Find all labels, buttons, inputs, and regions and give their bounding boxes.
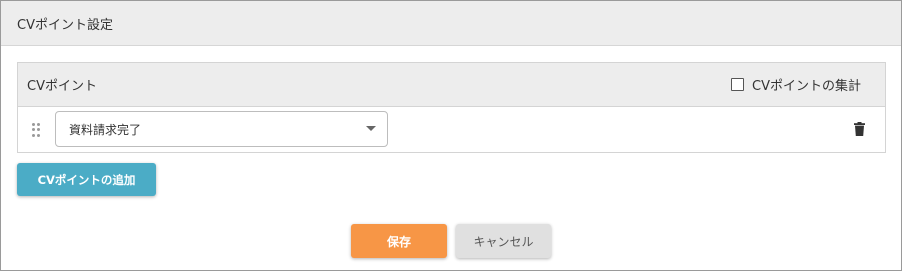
cv-point-panel: CVポイント CVポイントの集計 資料請求完了 [17,62,886,153]
cv-point-settings-dialog: CVポイント設定 CVポイント CVポイントの集計 資料請求完了 CVポイントの… [0,0,902,271]
panel-header: CVポイント CVポイントの集計 [18,63,885,107]
save-button[interactable]: 保存 [351,224,447,258]
drag-handle-icon[interactable] [32,122,40,137]
aggregate-label: CVポイントの集計 [752,79,861,94]
cv-point-select-value: 資料請求完了 [69,122,142,137]
dialog-title: CVポイント設定 [17,17,113,33]
aggregate-checkbox-control[interactable]: CVポイントの集計 [731,75,861,94]
panel-header-label: CVポイント [27,79,97,94]
dialog-header: CVポイント設定 [1,1,901,46]
caret-down-icon [366,126,376,131]
add-cv-point-button[interactable]: CVポイントの追加 [17,163,156,196]
cv-point-row: 資料請求完了 [18,107,885,152]
trash-icon[interactable] [854,121,865,140]
aggregate-checkbox[interactable] [731,78,745,91]
cv-point-select[interactable]: 資料請求完了 [55,111,388,147]
cancel-button[interactable]: キャンセル [456,224,551,258]
